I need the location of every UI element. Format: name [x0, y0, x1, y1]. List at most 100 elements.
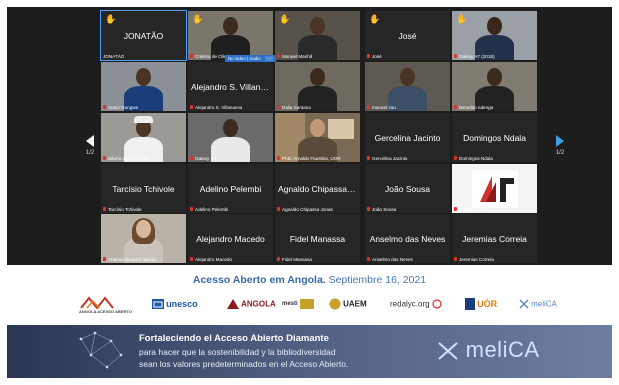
participant-video [188, 113, 273, 162]
participant-tile[interactable]: Dalia Santana [275, 62, 360, 111]
participant-name-label: Sutco Gongwe [108, 105, 139, 110]
network-mesh-icon [79, 331, 123, 369]
next-page-button[interactable]: 1/2 [551, 133, 569, 159]
uor-logo: UÓR [465, 298, 497, 320]
participant-tile[interactable]: Anselmo das Neves Anselmo das Neves [365, 214, 450, 263]
redalyc-logo: redalyc.org [390, 299, 442, 321]
mic-muted-icon [103, 156, 106, 160]
participant-tile[interactable]: benedito ndenga [452, 62, 537, 111]
participant-name-label: Jeremias Correia [459, 257, 494, 262]
participant-name-label: PhD. Arnaldo Faustino, UOR [282, 156, 341, 161]
page-indicator: 1/2 [555, 150, 565, 156]
participant-tile[interactable]: Rosaria Urioni [452, 164, 537, 213]
participant-display-name: Domingos Ndala [463, 133, 526, 143]
raised-hand-icon: ✋ [279, 14, 291, 24]
mic-muted-icon [454, 105, 457, 109]
uaem-logo: UAEM [329, 298, 367, 320]
participant-tile[interactable]: Arianna Becerril García [101, 214, 186, 263]
mic-muted-icon [367, 156, 370, 160]
participant-name-label: Agnaldo Chipassa Jonas [282, 207, 333, 212]
mic-muted-icon [367, 207, 370, 211]
participant-tile[interactable]: Agnaldo Chipassa Jo... Agnaldo Chipassa J… [275, 164, 360, 213]
footer-line-1: para hacer que la sostenibilidad y la bi… [139, 347, 336, 357]
camera-status-badge[interactable]: No video | Audio ··· [225, 55, 277, 62]
participant-tile[interactable]: Alejandro S. Villanueva Alejandro S. Vill… [188, 55, 277, 111]
participant-name-label: Silvino de Carvalho [108, 156, 148, 161]
participant-video [101, 62, 186, 111]
footer-banner: Fortaleciendo el Acceso Abierto Diamante… [7, 325, 612, 378]
melica-logo: meliCA [519, 299, 557, 321]
participant-tile[interactable]: José ✋ José [365, 11, 450, 60]
participant-name-label: manuel zau [372, 105, 396, 110]
participant-video [101, 214, 186, 263]
raised-hand-icon: ✋ [192, 14, 204, 24]
participant-tile[interactable]: manuel zau [365, 62, 450, 111]
participant-display-name: Alejandro S. Villanueva [191, 82, 273, 92]
banner-title: Acesso Aberto em Angola. Septiembre 16, … [192, 274, 427, 286]
participant-tile[interactable]: Galaxy S9 [188, 113, 273, 162]
participant-tile[interactable]: Fidel Manassa Fidel Manassa [275, 214, 360, 263]
participant-tile[interactable]: Tarcísio Tchivole Tarcísio Tchivole [101, 164, 186, 213]
participant-tile[interactable]: ✋ Manuel Manhã [275, 11, 360, 60]
participant-name-label: Dalia Santana [282, 105, 311, 110]
participant-video [365, 62, 450, 111]
previous-page-button[interactable]: 1/2 [81, 133, 99, 159]
mic-muted-icon [277, 54, 280, 58]
mic-muted-icon [454, 156, 457, 160]
participant-display-name: José [398, 31, 417, 41]
chevron-left-icon [86, 135, 94, 147]
raised-hand-icon: ✋ [369, 14, 381, 24]
participant-video [452, 62, 537, 111]
participant-tile[interactable]: ✋ Galaxy A7 (2018) [452, 11, 537, 60]
participant-name-label: Adelino Pelembi [195, 207, 229, 212]
participant-display-name: João Sousa [385, 184, 430, 194]
participant-name-label: Fidel Manassa [282, 257, 312, 262]
event-banner: Acesso Aberto em Angola. Septiembre 16, … [7, 268, 612, 324]
mic-muted-icon [103, 207, 106, 211]
footer-title: Fortaleciendo el Acceso Abierto Diamante [139, 333, 329, 344]
participant-name-label: Tarcísio Tchivole [108, 207, 142, 212]
participant-display-name: Anselmo das Neves [369, 234, 446, 244]
chevron-right-icon [556, 135, 564, 147]
participant-tile[interactable]: Alejandro Macedo Alejandro Macedo [188, 214, 273, 263]
participant-tile[interactable]: João Sousa João Sousa [365, 164, 450, 213]
participant-display-name: Fidel Manassa [289, 234, 346, 244]
participant-tile[interactable]: ✋ Cristina de Oliveira [188, 11, 273, 60]
more-options-button[interactable]: ··· [264, 56, 274, 61]
mic-muted-icon [367, 105, 370, 109]
participant-tile[interactable]: Silvino de Carvalho [101, 113, 186, 162]
participant-tile[interactable]: Jeremias Correia Jeremias Correia [452, 214, 537, 263]
mic-muted-icon [454, 54, 457, 58]
unesco-logo: unesco [152, 299, 198, 321]
participant-name-label: Manuel Manhã [282, 54, 313, 59]
participant-tile[interactable]: Domingos Ndala Domingos Ndala [452, 113, 537, 162]
participant-tile[interactable]: Adelino Pelembi Adelino Pelembi [188, 164, 273, 213]
mic-muted-icon [190, 257, 193, 261]
participant-tile[interactable]: Sutco Gongwe [101, 62, 186, 111]
participant-display-name: Adelino Pelembi [199, 184, 262, 194]
mic-muted-icon [367, 54, 370, 58]
participant-display-name: Gercelina Jacinto [374, 133, 441, 143]
mic-muted-icon [454, 257, 457, 261]
participant-name-label: Rosaria Urioni [459, 207, 489, 212]
mesti-logo: mesti [282, 299, 314, 321]
participant-name-label: Alejandro Macedo [195, 257, 233, 262]
participant-tile[interactable]: Gercelina Jacinto Gercelina Jacinto [365, 113, 450, 162]
participant-name-label: Galaxy A7 (2018) [459, 54, 495, 59]
ugent-angola-logo: ANGOLA [227, 299, 276, 321]
participant-display-name: Jeremias Correia [462, 234, 527, 244]
angola-acesso-aberto-logo: ANGOLA ACESSO ABERTO [79, 295, 132, 317]
participant-name-label: JONATÃO [103, 54, 125, 59]
participant-name-label: Galaxy S9 [195, 156, 217, 161]
raised-hand-icon: ✋ [105, 14, 117, 24]
mic-muted-icon [277, 156, 280, 160]
page-indicator: 1/2 [85, 150, 95, 156]
participant-name-label: Alejandro S. Villanueva [195, 105, 243, 110]
participant-tile[interactable]: PhD. Arnaldo Faustino, UOR [275, 113, 360, 162]
mic-muted-icon [190, 207, 193, 211]
participant-tile[interactable]: JONATÃO ✋ JONATÃO [100, 10, 187, 61]
melica-mark-icon [438, 342, 458, 360]
participant-name-label: José [372, 54, 382, 59]
participant-display-name: Alejandro Macedo [196, 234, 265, 244]
participant-name-label: Domingos Ndala [459, 156, 493, 161]
